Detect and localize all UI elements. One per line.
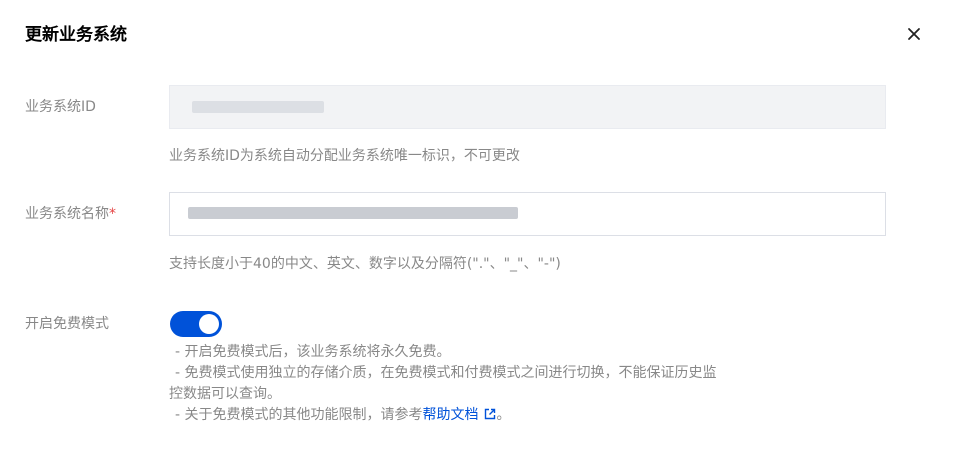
desc-line-3-prefix: - 关于免费模式的其他功能限制，请参考 — [175, 407, 423, 423]
system-name-hint: 支持长度小于40的中文、英文、数字以及分隔符("."、"_"、"-") — [169, 256, 561, 272]
close-button[interactable] — [900, 20, 928, 48]
system-name-label: 业务系统名称* — [25, 203, 116, 223]
desc-line-3: - 关于免费模式的其他功能限制，请参考帮助文档 。 — [175, 405, 895, 428]
toggle-knob — [199, 314, 219, 334]
masked-value — [188, 207, 518, 219]
masked-value — [192, 101, 324, 113]
free-mode-label: 开启免费模式 — [25, 316, 109, 332]
system-id-label: 业务系统ID — [25, 99, 96, 115]
update-system-dialog: 更新业务系统 业务系统ID 业务系统ID为系统自动分配业务系统唯一标识，不可更改… — [0, 0, 964, 456]
free-mode-toggle[interactable] — [170, 311, 222, 337]
dialog-title: 更新业务系统 — [25, 25, 127, 45]
help-doc-link[interactable]: 帮助文档 — [423, 407, 479, 423]
required-mark: * — [109, 206, 116, 222]
system-name-label-text: 业务系统名称 — [25, 206, 109, 222]
system-name-input[interactable] — [169, 192, 886, 236]
desc-line-2: - 免费模式使用独立的存储介质，在免费模式和付费模式之间进行切换，不能保证历史监 — [175, 365, 717, 381]
free-mode-description: - 开启免费模式后，该业务系统将永久免费。 - 免费模式使用独立的存储介质，在免… — [169, 342, 895, 428]
desc-line-3-suffix: 。 — [496, 407, 511, 423]
system-id-input — [169, 85, 886, 129]
close-icon — [908, 28, 920, 40]
system-id-hint: 业务系统ID为系统自动分配业务系统唯一标识，不可更改 — [169, 148, 520, 164]
external-link-icon[interactable] — [483, 407, 497, 428]
desc-line-1: - 开启免费模式后，该业务系统将永久免费。 — [175, 344, 451, 360]
desc-line-2-cont: 控数据可以查询。 — [169, 386, 281, 402]
